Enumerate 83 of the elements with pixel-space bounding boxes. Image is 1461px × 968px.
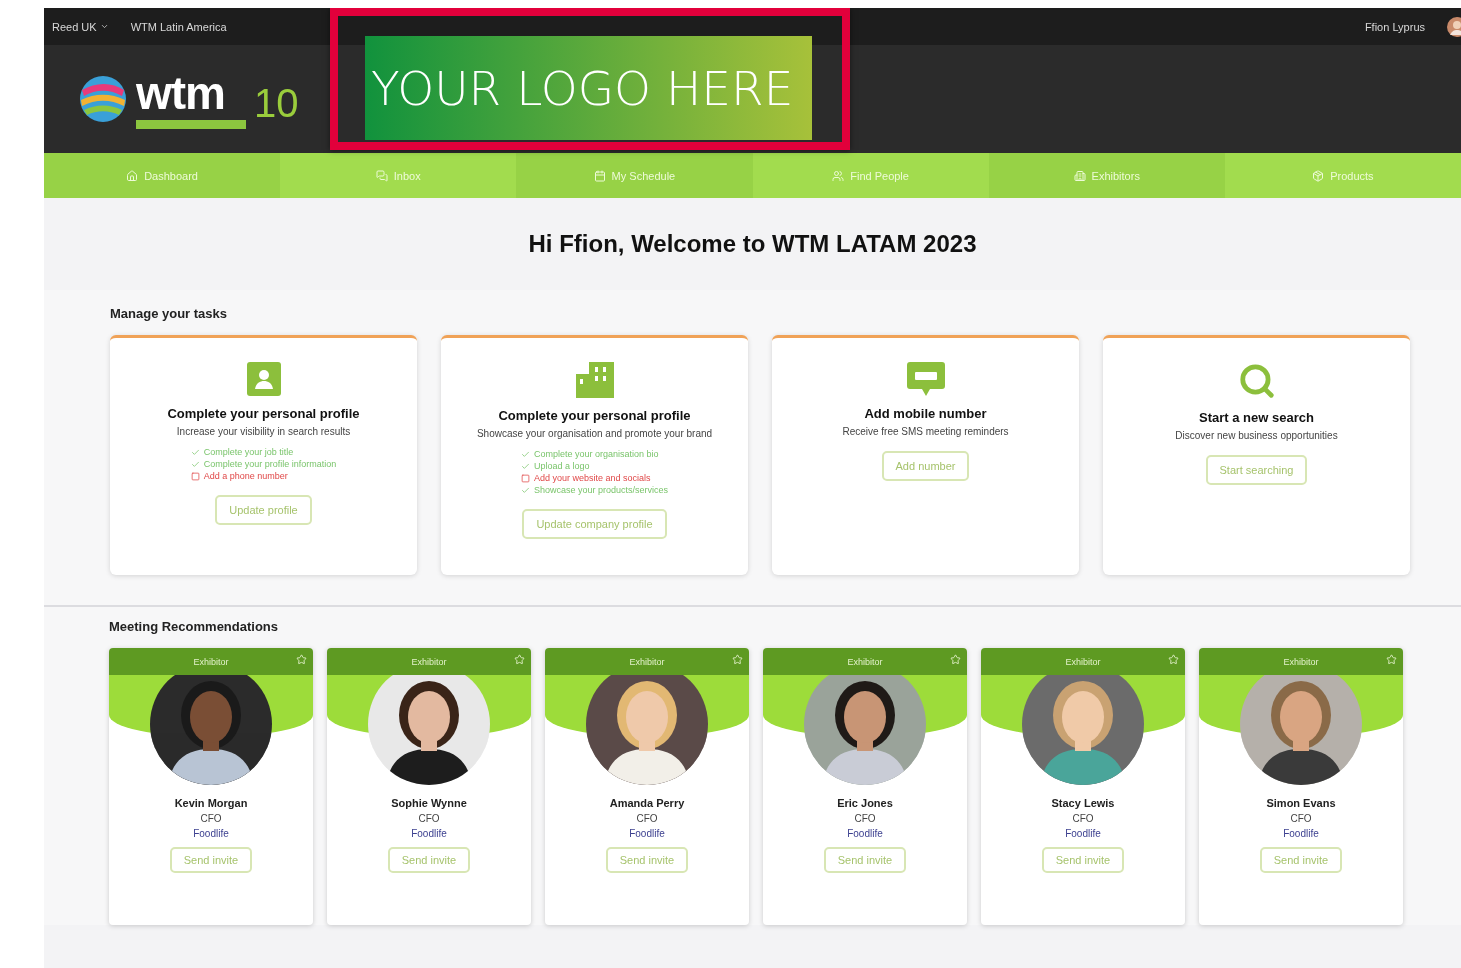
star-icon[interactable] (296, 654, 307, 665)
exhibitor-label: Exhibitor (847, 656, 883, 667)
nav-tab[interactable]: Products (1224, 153, 1461, 198)
star-icon[interactable] (1168, 654, 1179, 665)
checklist-item: Complete your profile information (203, 459, 337, 469)
send-invite-button[interactable]: Send invite (1041, 847, 1125, 873)
top-link[interactable]: WTM Latin America (130, 20, 227, 33)
nav-tab[interactable]: Exhibitors (988, 153, 1225, 198)
person-name: Sophie Wynne (391, 797, 467, 809)
checklist-item: Showcase your products/services (533, 485, 669, 495)
task-subtitle: Increase your visibility in search results (176, 426, 351, 437)
home-icon (126, 169, 139, 182)
person-role: CFO (1290, 813, 1312, 824)
checklist-item: Add a phone number (203, 471, 288, 481)
globe-logo-icon (78, 74, 128, 124)
task-button[interactable]: Add number (881, 451, 970, 481)
person-role: CFO (1072, 813, 1094, 824)
chat-icon (375, 169, 388, 182)
send-invite-button[interactable]: Send invite (605, 847, 689, 873)
task-button[interactable]: Update profile (215, 495, 312, 525)
nav-tab[interactable]: My Schedule (516, 153, 753, 198)
send-invite-button[interactable]: Send invite (1259, 847, 1343, 873)
person-name: Simon Evans (1266, 797, 1336, 809)
person-role: CFO (418, 813, 440, 824)
building-icon (1073, 169, 1086, 182)
person-name: Stacy Lewis (1051, 797, 1115, 809)
search-icon (1237, 362, 1276, 400)
person-role: CFO (854, 813, 876, 824)
checklist-item: Complete your job title (203, 447, 294, 457)
task-title: Start a new search (1199, 410, 1314, 425)
person-name: Eric Jones (837, 797, 893, 809)
task-button[interactable]: Start searching (1205, 455, 1308, 485)
company-link[interactable]: Foodlife (629, 828, 665, 839)
company-link[interactable]: Foodlife (411, 828, 447, 839)
person-name: Kevin Morgan (174, 797, 248, 809)
task-subtitle: Receive free SMS meeting reminders (842, 426, 1009, 437)
exhibitor-label: Exhibitor (411, 656, 447, 667)
person-role: CFO (200, 813, 222, 824)
logo-wordmark: wtm (136, 69, 226, 116)
company-link[interactable]: Foodlife (193, 828, 229, 839)
person-card-icon (246, 362, 281, 396)
company-link[interactable]: Foodlife (847, 828, 883, 839)
star-icon[interactable] (732, 654, 743, 665)
company-link[interactable]: Foodlife (1283, 828, 1319, 839)
nav-tab[interactable]: Inbox (280, 153, 517, 198)
box-icon (1312, 169, 1325, 182)
building-icon (575, 362, 614, 398)
person-name: Amanda Perry (609, 797, 685, 809)
star-icon[interactable] (514, 654, 525, 665)
speech-bubble-icon (906, 362, 945, 396)
logo-bar-icon (136, 119, 246, 129)
star-icon[interactable] (1386, 654, 1397, 665)
banner-text: YOUR LOGO HERE (371, 60, 794, 116)
task-title: Add mobile number (864, 406, 987, 421)
task-title: Complete your personal profile (498, 408, 691, 423)
section-heading: Meeting Recommendations (109, 619, 280, 634)
exhibitor-label: Exhibitor (1283, 656, 1319, 667)
company-link[interactable]: Foodlife (1065, 828, 1101, 839)
person-role: CFO (636, 813, 658, 824)
logo-edition: 10 (254, 83, 299, 123)
welcome-title: Hi Ffion, Welcome to WTM LATAM 2023 (528, 230, 977, 258)
star-icon[interactable] (950, 654, 961, 665)
exhibitor-label: Exhibitor (193, 656, 229, 667)
section-heading: Manage your tasks (110, 306, 229, 321)
checklist-item: Upload a logo (533, 461, 590, 471)
task-subtitle: Discover new business opportunities (1175, 430, 1338, 441)
people-icon (832, 169, 845, 182)
task-subtitle: Showcase your organisation and promote your brand (476, 428, 713, 439)
checklist-item: Complete your organisation bio (533, 449, 659, 459)
send-invite-button[interactable]: Send invite (387, 847, 471, 873)
exhibitor-label: Exhibitor (629, 656, 665, 667)
top-link[interactable]: Reed UK (52, 20, 109, 33)
nav-tab[interactable]: Find People (752, 153, 989, 198)
task-button[interactable]: Update company profile (522, 509, 667, 539)
send-invite-button[interactable]: Send invite (169, 847, 253, 873)
user-name[interactable]: Ffion Lyprus (1364, 20, 1425, 33)
send-invite-button[interactable]: Send invite (823, 847, 907, 873)
nav-tab[interactable]: Dashboard (44, 153, 281, 198)
task-title: Complete your personal profile (167, 406, 360, 421)
checklist-item: Add your website and socials (533, 473, 651, 483)
calendar-icon (593, 169, 606, 182)
caret-icon (99, 22, 109, 31)
exhibitor-label: Exhibitor (1065, 656, 1101, 667)
